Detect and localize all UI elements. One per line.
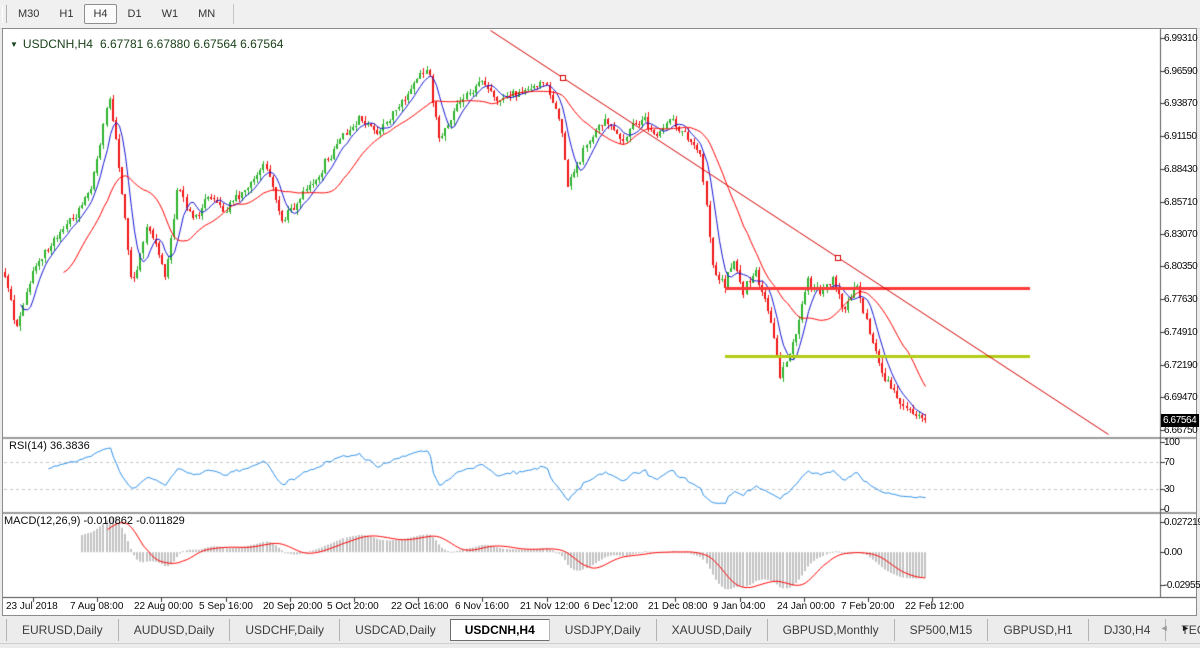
timeframe-mn[interactable]: MN: [189, 4, 224, 24]
time-axis-label: 9 Jan 04:00: [713, 601, 765, 612]
tab-usdchf-daily[interactable]: USDCHF,Daily: [229, 619, 339, 641]
time-axis-label: 20 Sep 20:00: [263, 601, 323, 612]
chart-ohlc-values: 6.67781 6.67880 6.67564 6.67564: [100, 37, 284, 51]
rsi-label: RSI(14) 36.3836: [9, 440, 90, 452]
tab-gbpusd-monthly[interactable]: GBPUSD,Monthly: [767, 619, 894, 641]
symbol-tabs: EURUSD,DailyAUDUSD,DailyUSDCHF,DailyUSDC…: [6, 618, 1200, 642]
timeframe-m30[interactable]: M30: [9, 4, 48, 24]
time-axis-label: 22 Oct 16:00: [391, 601, 448, 612]
price-axis-label: 6.69470: [1164, 392, 1197, 403]
macd-axis-label: 0.00: [1164, 547, 1182, 558]
tab-gbpusd-h1[interactable]: GBPUSD,H1: [987, 619, 1087, 641]
timeframe-d1[interactable]: D1: [119, 4, 151, 24]
macd-axis-label: 0.027219: [1164, 517, 1200, 528]
price-axis-label: 6.93870: [1164, 98, 1197, 109]
symbol-tab-bar: EURUSD,DailyAUDUSD,DailyUSDCHF,DailyUSDC…: [0, 617, 1200, 643]
macd-axis-label: -0.029558: [1164, 580, 1200, 591]
tab-scroll-arrows: ◄ ►: [1150, 623, 1190, 633]
time-axis-label: 21 Nov 12:00: [520, 601, 580, 612]
chart-title: ▼ USDCNH,H4 6.67781 6.67880 6.67564 6.6756…: [10, 37, 283, 51]
price-axis-label: 6.77630: [1164, 294, 1197, 305]
chart-window: ▼ USDCNH,H4 6.67781 6.67880 6.67564 6.6756…: [2, 28, 1197, 616]
price-axis-label: 6.72190: [1164, 360, 1197, 371]
price-axis-label: 6.96590: [1164, 66, 1197, 77]
tab-usdcad-daily[interactable]: USDCAD,Daily: [339, 619, 451, 641]
rsi-axis-label: 70: [1164, 457, 1174, 468]
price-axis-label: 6.91150: [1164, 131, 1197, 142]
rsi-axis-label: 0: [1164, 504, 1169, 515]
price-axis-label: 6.74910: [1164, 327, 1197, 338]
time-axis-label: 21 Dec 08:00: [648, 601, 708, 612]
tab-sp500-m15[interactable]: SP500,M15: [894, 619, 988, 641]
rsi-axis-label: 30: [1164, 484, 1174, 495]
timeframe-buttons: M30H1H4D1W1MN: [8, 3, 234, 25]
rsi-axis-label: 100: [1164, 437, 1180, 448]
tab-scroll-right-icon[interactable]: ►: [1181, 623, 1190, 633]
time-axis-label: 22 Aug 00:00: [134, 601, 193, 612]
chevron-down-icon[interactable]: ▼: [10, 40, 18, 49]
time-axis-label: 6 Nov 16:00: [455, 601, 509, 612]
time-axis-label: 24 Jan 00:00: [777, 601, 835, 612]
price-axis-label: 6.83070: [1164, 229, 1197, 240]
toolbar-separator: [233, 4, 234, 24]
tab-eurusd-daily[interactable]: EURUSD,Daily: [6, 619, 118, 641]
price-axis-label: 6.80350: [1164, 261, 1197, 272]
time-axis-label: 5 Sep 16:00: [199, 601, 253, 612]
tab-usdcnh-h4[interactable]: USDCNH,H4: [450, 619, 550, 641]
timeframe-w1[interactable]: W1: [153, 4, 188, 24]
bottom-strip: [0, 643, 1200, 648]
timeframe-h4[interactable]: H4: [84, 4, 116, 24]
time-axis-label: 7 Feb 20:00: [841, 601, 894, 612]
time-axis-label: 7 Aug 08:00: [70, 601, 123, 612]
toolbar-grip[interactable]: [2, 5, 7, 23]
time-axis-label: 23 Jul 2018: [6, 601, 58, 612]
timeframe-toolbar: M30H1H4D1W1MN: [0, 0, 1200, 29]
price-axis-label: 6.99310: [1164, 33, 1197, 44]
time-axis-label: 6 Dec 12:00: [584, 601, 638, 612]
timeframe-h1[interactable]: H1: [50, 4, 82, 24]
chart-canvas[interactable]: [3, 29, 1196, 615]
tab-audusd-daily[interactable]: AUDUSD,Daily: [118, 619, 230, 641]
time-axis-label: 22 Feb 12:00: [905, 601, 964, 612]
price-axis-label: 6.66750: [1164, 425, 1197, 436]
tab-xauusd-daily[interactable]: XAUUSD,Daily: [656, 619, 767, 641]
tab-scroll-left-icon[interactable]: ◄: [1160, 623, 1169, 633]
tab-usdjpy-daily[interactable]: USDJPY,Daily: [549, 619, 656, 641]
price-axis-label: 6.88430: [1164, 164, 1197, 175]
price-axis-label: 6.85710: [1164, 197, 1197, 208]
chart-symbol-period: USDCNH,H4: [23, 37, 93, 51]
time-axis-label: 5 Oct 20:00: [327, 601, 379, 612]
macd-label: MACD(12,26,9) -0.010862 -0.011829: [4, 515, 185, 527]
